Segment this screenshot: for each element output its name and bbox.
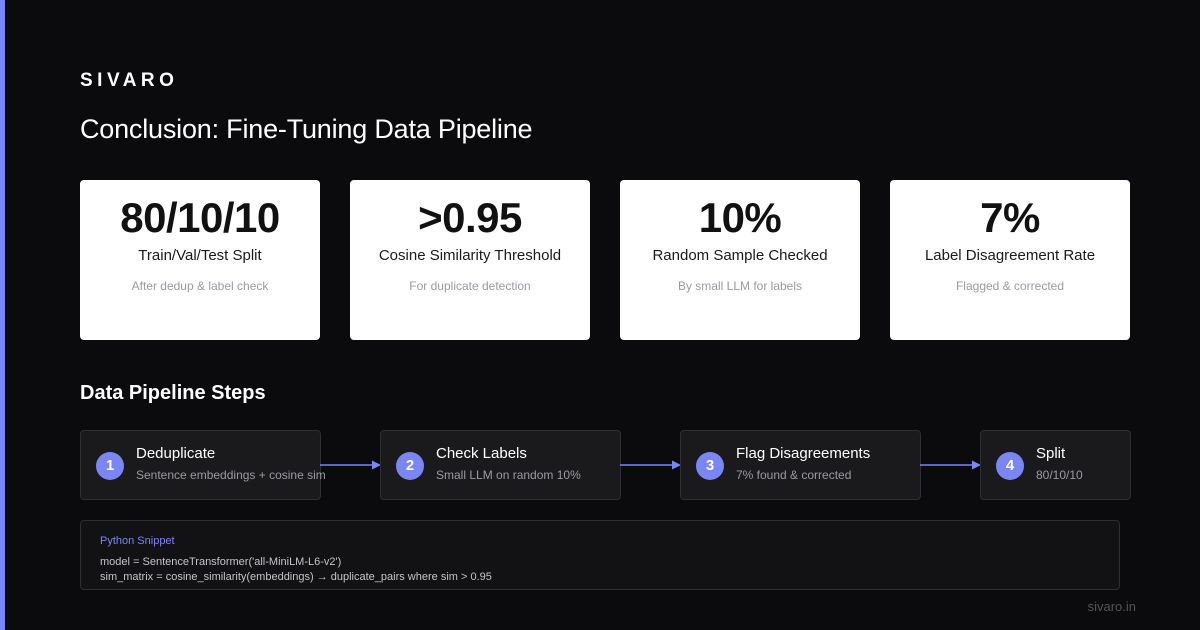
pipeline-steps: 1 Deduplicate Sentence embeddings + cosi… [80, 430, 1131, 500]
section-title: Data Pipeline Steps [80, 382, 266, 404]
stat-label: Train/Val/Test Split [138, 247, 262, 264]
code-line: sim_matrix = cosine_similarity(embedding… [100, 571, 492, 583]
step-title: Deduplicate [136, 445, 216, 462]
stat-value: 7% [980, 194, 1040, 241]
accent-bar [0, 0, 5, 630]
stat-label: Random Sample Checked [652, 247, 828, 264]
step-description: Small LLM on random 10% [436, 468, 581, 482]
footer-url: sivaro.in [1087, 599, 1136, 614]
stat-label: Label Disagreement Rate [924, 247, 1096, 264]
stat-subtitle: For duplicate detection [409, 279, 531, 293]
step-title: Split [1036, 445, 1066, 462]
stat-subtitle: By small LLM for labels [677, 279, 803, 293]
arrow-right-icon [320, 460, 381, 470]
step-title: Check Labels [436, 445, 527, 462]
step-description: 7% found & corrected [736, 468, 852, 482]
step-flag-disagreements: 3 Flag Disagreements 7% found & correcte… [680, 430, 921, 500]
stats-row: 80/10/10 Train/Val/Test Split After dedu… [80, 180, 1130, 340]
step-number-badge: 4 [996, 452, 1024, 480]
code-line: model = SentenceTransformer('all-MiniLM-… [100, 556, 342, 568]
step-split: 4 Split 80/10/10 [980, 430, 1131, 500]
step-number-badge: 1 [96, 452, 124, 480]
page-title: Conclusion: Fine-Tuning Data Pipeline [80, 114, 533, 144]
stat-subtitle: After dedup & label check [131, 279, 269, 293]
step-description: 80/10/10 [1036, 468, 1083, 482]
arrow-right-icon [620, 460, 681, 470]
stat-value: 80/10/10 [120, 194, 280, 241]
arrow-right-icon [920, 460, 981, 470]
step-deduplicate: 1 Deduplicate Sentence embeddings + cosi… [80, 430, 326, 500]
step-description: Sentence embeddings + cosine sim [136, 468, 326, 482]
stat-card-sample: 10% Random Sample Checked By small LLM f… [620, 180, 860, 340]
stat-card-disagreement: 7% Label Disagreement Rate Flagged & cor… [890, 180, 1130, 340]
stat-value: 10% [698, 194, 782, 241]
code-snippet-label: Python Snippet [100, 535, 175, 547]
stat-value: >0.95 [418, 194, 522, 241]
brand-logo: SIVARO [80, 70, 179, 91]
step-number-badge: 3 [696, 452, 724, 480]
step-number-badge: 2 [396, 452, 424, 480]
step-title: Flag Disagreements [736, 445, 871, 462]
stat-label: Cosine Similarity Threshold [378, 247, 562, 264]
code-snippet: Python Snippet model = SentenceTransform… [80, 520, 1120, 590]
step-check-labels: 2 Check Labels Small LLM on random 10% [380, 430, 621, 500]
stat-subtitle: Flagged & corrected [955, 279, 1065, 293]
stat-card-split: 80/10/10 Train/Val/Test Split After dedu… [80, 180, 320, 340]
stat-card-threshold: >0.95 Cosine Similarity Threshold For du… [350, 180, 590, 340]
